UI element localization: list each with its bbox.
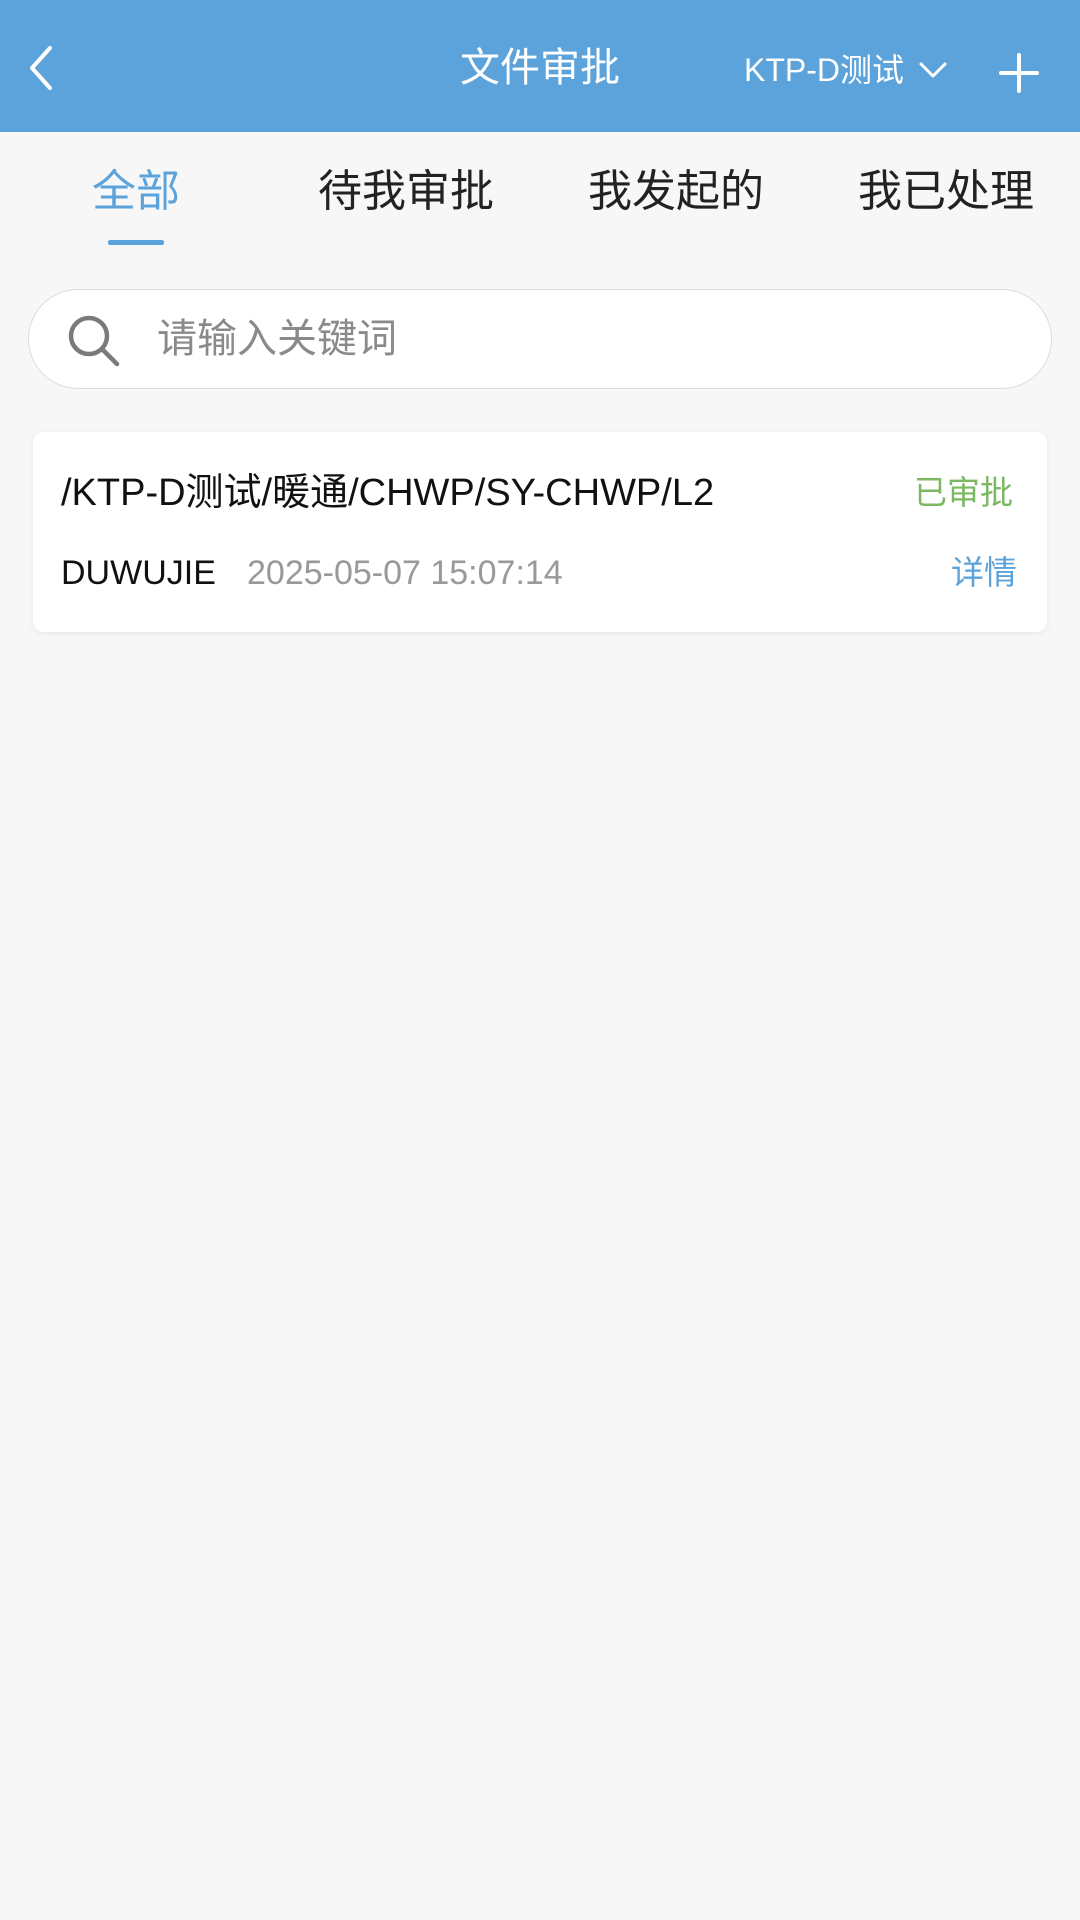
details-link[interactable]: 详情 (951, 550, 1017, 596)
project-selector[interactable]: KTP-D测试 (744, 46, 948, 94)
item-user: DUWUJIE (61, 554, 216, 592)
add-button[interactable] (998, 52, 1040, 94)
plus-icon (999, 53, 1039, 93)
search-input[interactable] (155, 290, 1015, 388)
item-timestamp: 2025-05-07 15:07:14 (247, 554, 563, 592)
tab-all[interactable]: 全部 (92, 162, 180, 222)
project-selector-label: KTP-D测试 (744, 52, 905, 88)
item-file-path: /KTP-D测试/暖通/CHWP/SY-CHWP/L2 (61, 472, 715, 514)
tab-pending-my-approval[interactable]: 待我审批 (318, 162, 494, 222)
top-bar: 文件审批 KTP-D测试 (0, 0, 1080, 132)
status-badge: 已审批 (914, 474, 1013, 511)
search-icon (68, 315, 120, 367)
approval-list-item[interactable]: /KTP-D测试/暖通/CHWP/SY-CHWP/L2 已审批 DUWUJIE … (33, 432, 1047, 632)
chevron-down-icon (919, 62, 947, 78)
tab-processed-by-me[interactable]: 我已处理 (858, 162, 1034, 222)
tab-initiated-by-me[interactable]: 我发起的 (588, 162, 764, 222)
tab-bar: 全部 待我审批 我发起的 我已处理 (0, 132, 1080, 260)
search-bar[interactable] (28, 289, 1052, 389)
tab-active-indicator (108, 240, 164, 245)
